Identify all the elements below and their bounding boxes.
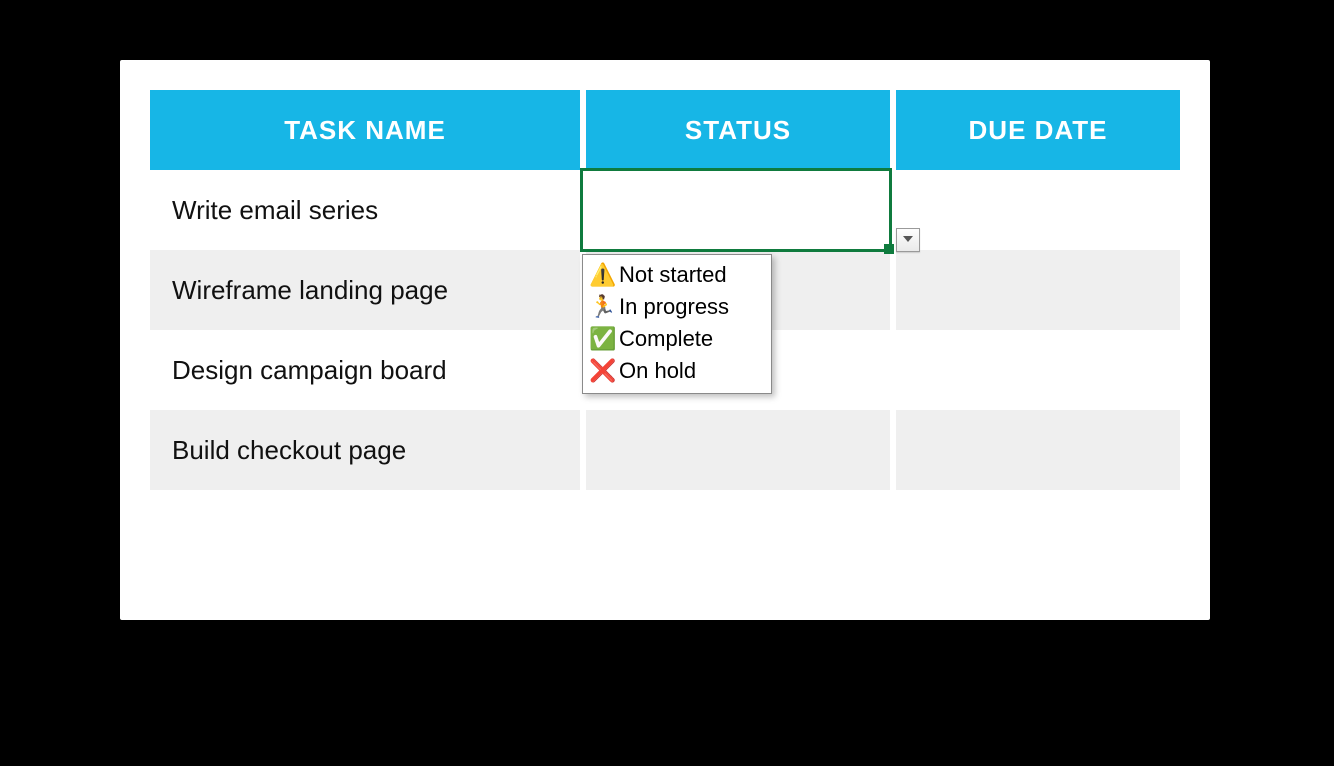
stage: TASK NAME STATUS DUE DATE Write email se… xyxy=(0,0,1334,766)
cell-task[interactable]: Wireframe landing page xyxy=(150,250,580,330)
cell-due[interactable] xyxy=(890,410,1180,490)
cell-status[interactable] xyxy=(580,410,890,490)
cell-task[interactable]: Write email series xyxy=(150,170,580,250)
check-icon: ✅ xyxy=(589,323,613,355)
col-header-due-date[interactable]: DUE DATE xyxy=(890,90,1180,170)
cell-task[interactable]: Build checkout page xyxy=(150,410,580,490)
cell-task[interactable]: Design campaign board xyxy=(150,330,580,410)
col-header-label: DUE DATE xyxy=(969,115,1108,146)
cell-due[interactable] xyxy=(890,170,1180,250)
dropdown-option-label: Not started xyxy=(619,259,727,291)
dropdown-option[interactable]: ❌ On hold xyxy=(589,355,763,387)
col-header-label: STATUS xyxy=(685,115,791,146)
cell-due[interactable] xyxy=(890,250,1180,330)
spreadsheet-card: TASK NAME STATUS DUE DATE Write email se… xyxy=(120,60,1210,620)
chevron-down-icon xyxy=(903,231,913,249)
cell-text: Build checkout page xyxy=(172,435,406,466)
cell-empty[interactable] xyxy=(150,490,580,546)
col-header-label: TASK NAME xyxy=(284,115,446,146)
status-dropdown-list[interactable]: ⚠️ Not started 🏃 In progress ✅ Complete … xyxy=(582,254,772,394)
cell-text: Wireframe landing page xyxy=(172,275,448,306)
dropdown-button[interactable] xyxy=(896,228,920,252)
col-header-task-name[interactable]: TASK NAME xyxy=(150,90,580,170)
cell-empty[interactable] xyxy=(890,490,1180,546)
cross-icon: ❌ xyxy=(589,355,613,387)
cell-empty[interactable] xyxy=(580,490,890,546)
dropdown-option[interactable]: 🏃 In progress xyxy=(589,291,763,323)
cell-due[interactable] xyxy=(890,330,1180,410)
dropdown-option[interactable]: ✅ Complete xyxy=(589,323,763,355)
dropdown-option-label: On hold xyxy=(619,355,696,387)
col-header-status[interactable]: STATUS xyxy=(580,90,890,170)
cell-text: Design campaign board xyxy=(172,355,447,386)
warning-icon: ⚠️ xyxy=(589,259,613,291)
dropdown-option[interactable]: ⚠️ Not started xyxy=(589,259,763,291)
cell-status[interactable] xyxy=(580,170,890,250)
dropdown-option-label: In progress xyxy=(619,291,729,323)
runner-icon: 🏃 xyxy=(589,291,613,323)
dropdown-option-label: Complete xyxy=(619,323,713,355)
cell-text: Write email series xyxy=(172,195,378,226)
